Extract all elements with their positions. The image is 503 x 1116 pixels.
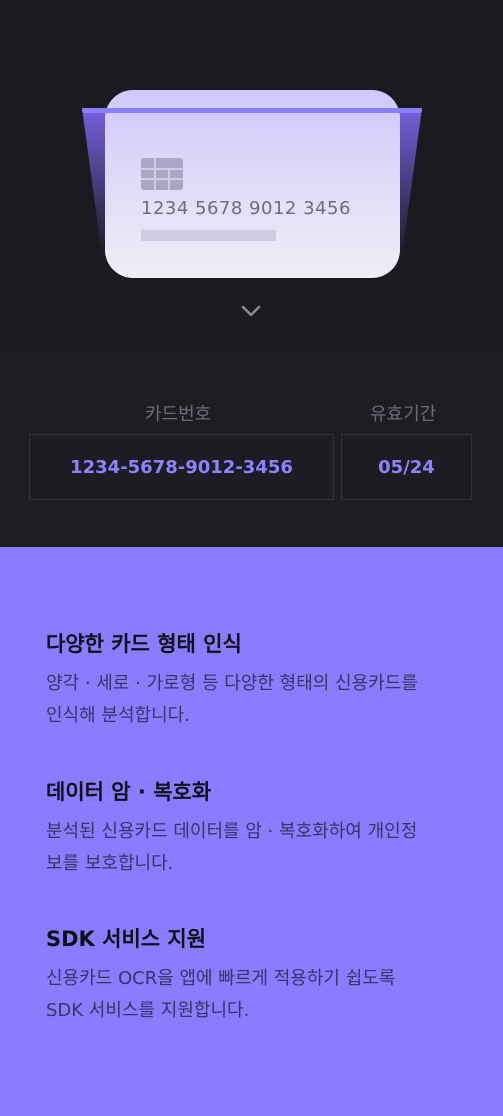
card-number-label: 카드번호: [145, 404, 212, 425]
expiry-label: 유효기간: [370, 404, 437, 425]
feature-description-line: 보를 보호합니다.: [46, 853, 174, 874]
card-name-placeholder-bar: [141, 230, 276, 241]
feature-description-line: 양각 · 세로 · 가로형 등 다양한 형태의 신용카드를: [46, 673, 418, 694]
chevron-down-icon[interactable]: [240, 304, 262, 318]
feature-title: 다양한 카드 형태 인식: [46, 632, 242, 656]
feature-description-line: 인식해 분석합니다.: [46, 705, 190, 726]
feature-description-line: 신용카드 OCR을 앱에 빠르게 적용하기 쉽도록: [46, 968, 396, 989]
feature-description-line: SDK 서비스를 지원합니다.: [46, 1000, 250, 1021]
card-number-field[interactable]: 1234-5678-9012-3456: [29, 434, 334, 500]
card-number-sample: 1234 5678 9012 3456: [141, 198, 351, 219]
credit-card-illustration: 1234 5678 9012 3456: [105, 90, 400, 278]
card-chip-icon: [141, 158, 183, 190]
feature-title: 데이터 암 · 복호화: [46, 780, 212, 804]
feature-title: SDK 서비스 지원: [46, 927, 207, 951]
feature-description-line: 분석된 신용카드 데이터를 암 · 복호화하여 개인정: [46, 821, 418, 842]
expiry-field[interactable]: 05/24: [341, 434, 472, 500]
expiry-value: 05/24: [378, 456, 435, 478]
scan-line: [82, 108, 422, 113]
card-number-value: 1234-5678-9012-3456: [70, 456, 293, 478]
